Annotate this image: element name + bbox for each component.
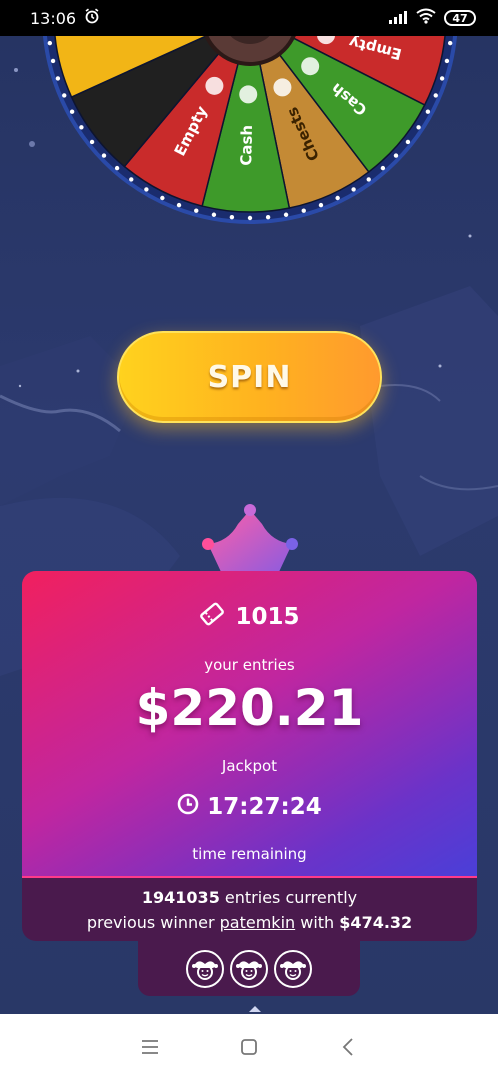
rim-light [416, 125, 421, 130]
rim-light [439, 76, 445, 81]
entries-caption: your entries [204, 656, 295, 674]
jackpot-card: 1015 your entries $220.21 Jackpot 17:27:… [22, 571, 477, 941]
rim-light [366, 177, 371, 182]
wheel-graphic: TreasureCashEmptyScratchGoldTicketEmptyC… [43, 36, 457, 224]
ticket-icon [199, 601, 225, 633]
previous-winner-link[interactable]: patemkin [220, 913, 296, 932]
money-bag-icon [301, 57, 320, 76]
jackpot-caption: Jackpot [221, 757, 278, 775]
home-button[interactable] [229, 1027, 269, 1067]
rim-light [405, 139, 411, 145]
rim-light [229, 214, 235, 220]
rim-light [425, 109, 431, 114]
jester-icon [274, 949, 312, 988]
rim-light [129, 177, 134, 182]
total-entries-count: 1941035 [141, 887, 220, 907]
previous-winner-with: with [300, 912, 335, 932]
rim-light [318, 202, 324, 208]
treasure-chest-icon [273, 78, 292, 97]
rim-light [101, 153, 107, 158]
rim-light [447, 40, 453, 46]
rim-light [50, 58, 56, 64]
rim-light [380, 165, 386, 171]
rim-light [160, 195, 165, 201]
previous-winner-line: previous winner patemkin with $474.32 [87, 910, 412, 935]
jackpot-amount: $220.21 [135, 679, 364, 737]
rim-light [211, 212, 217, 217]
previous-winner-amount: $474.32 [339, 912, 413, 932]
rim-light [176, 202, 182, 208]
timer-row: 17:27:24 [22, 793, 477, 821]
money-bag-icon [239, 85, 258, 104]
rim-light [144, 187, 149, 192]
back-icon [343, 1038, 353, 1056]
wifi-icon [416, 8, 436, 28]
home-icon [241, 1039, 257, 1055]
battery-icon: 47 [444, 10, 476, 26]
alarm-icon [84, 8, 100, 28]
jester-icon [186, 949, 224, 988]
rim-light [89, 139, 95, 145]
time-caption: time remaining [192, 845, 307, 863]
rim-light [47, 40, 53, 46]
rim-light [79, 125, 84, 130]
status-right: 47 [388, 8, 476, 28]
wheel-segment-label: Cash [237, 125, 256, 166]
rim-light [62, 93, 67, 98]
rim-light [194, 208, 199, 213]
rim-light [69, 109, 75, 114]
status-bar: 13:06 47 [0, 0, 498, 36]
rim-light [265, 214, 271, 220]
spin-label: SPIN [207, 359, 292, 395]
rim-light [393, 153, 399, 158]
spin-button[interactable]: SPIN [117, 331, 382, 423]
caret-up-icon [249, 1006, 261, 1012]
rim-light [247, 215, 253, 221]
clock-icon [177, 793, 199, 821]
back-button[interactable] [328, 1027, 368, 1067]
jackpot-footer: 1941035 entries currently previous winne… [22, 878, 477, 941]
rim-light [335, 195, 340, 201]
menu-button[interactable] [130, 1027, 170, 1067]
rim-light [351, 187, 356, 192]
previous-winner-prefix: previous winner [86, 912, 215, 932]
rim-light [301, 208, 306, 213]
entries-count: 1015 [235, 604, 300, 630]
rim-light [55, 76, 61, 81]
game-scene: TreasureCashEmptyScratchGoldTicketEmptyC… [0, 36, 498, 1014]
signal-icon [388, 9, 408, 28]
prize-wheel[interactable]: TreasureCashEmptyScratchGoldTicketEmptyC… [40, 36, 460, 226]
jester-tab[interactable] [138, 941, 360, 996]
rim-light [433, 93, 438, 98]
total-entries-line: 1941035 entries currently [142, 885, 357, 910]
total-entries-suffix: entries currently [224, 887, 358, 907]
menu-icon [141, 1040, 158, 1054]
system-nav-bar [0, 1014, 498, 1080]
status-time: 13:06 [30, 8, 77, 28]
skull-icon [205, 76, 224, 95]
rim-light [444, 58, 450, 64]
crown-icon [202, 504, 298, 574]
rim-light [283, 212, 289, 217]
jester-icon [230, 949, 268, 988]
time-remaining: 17:27:24 [207, 794, 322, 820]
rim-light [114, 165, 120, 171]
jackpot-panel: 1015 your entries $220.21 Jackpot 17:27:… [22, 571, 477, 878]
status-left: 13:06 [30, 8, 100, 28]
entries-row: 1015 [22, 601, 477, 633]
